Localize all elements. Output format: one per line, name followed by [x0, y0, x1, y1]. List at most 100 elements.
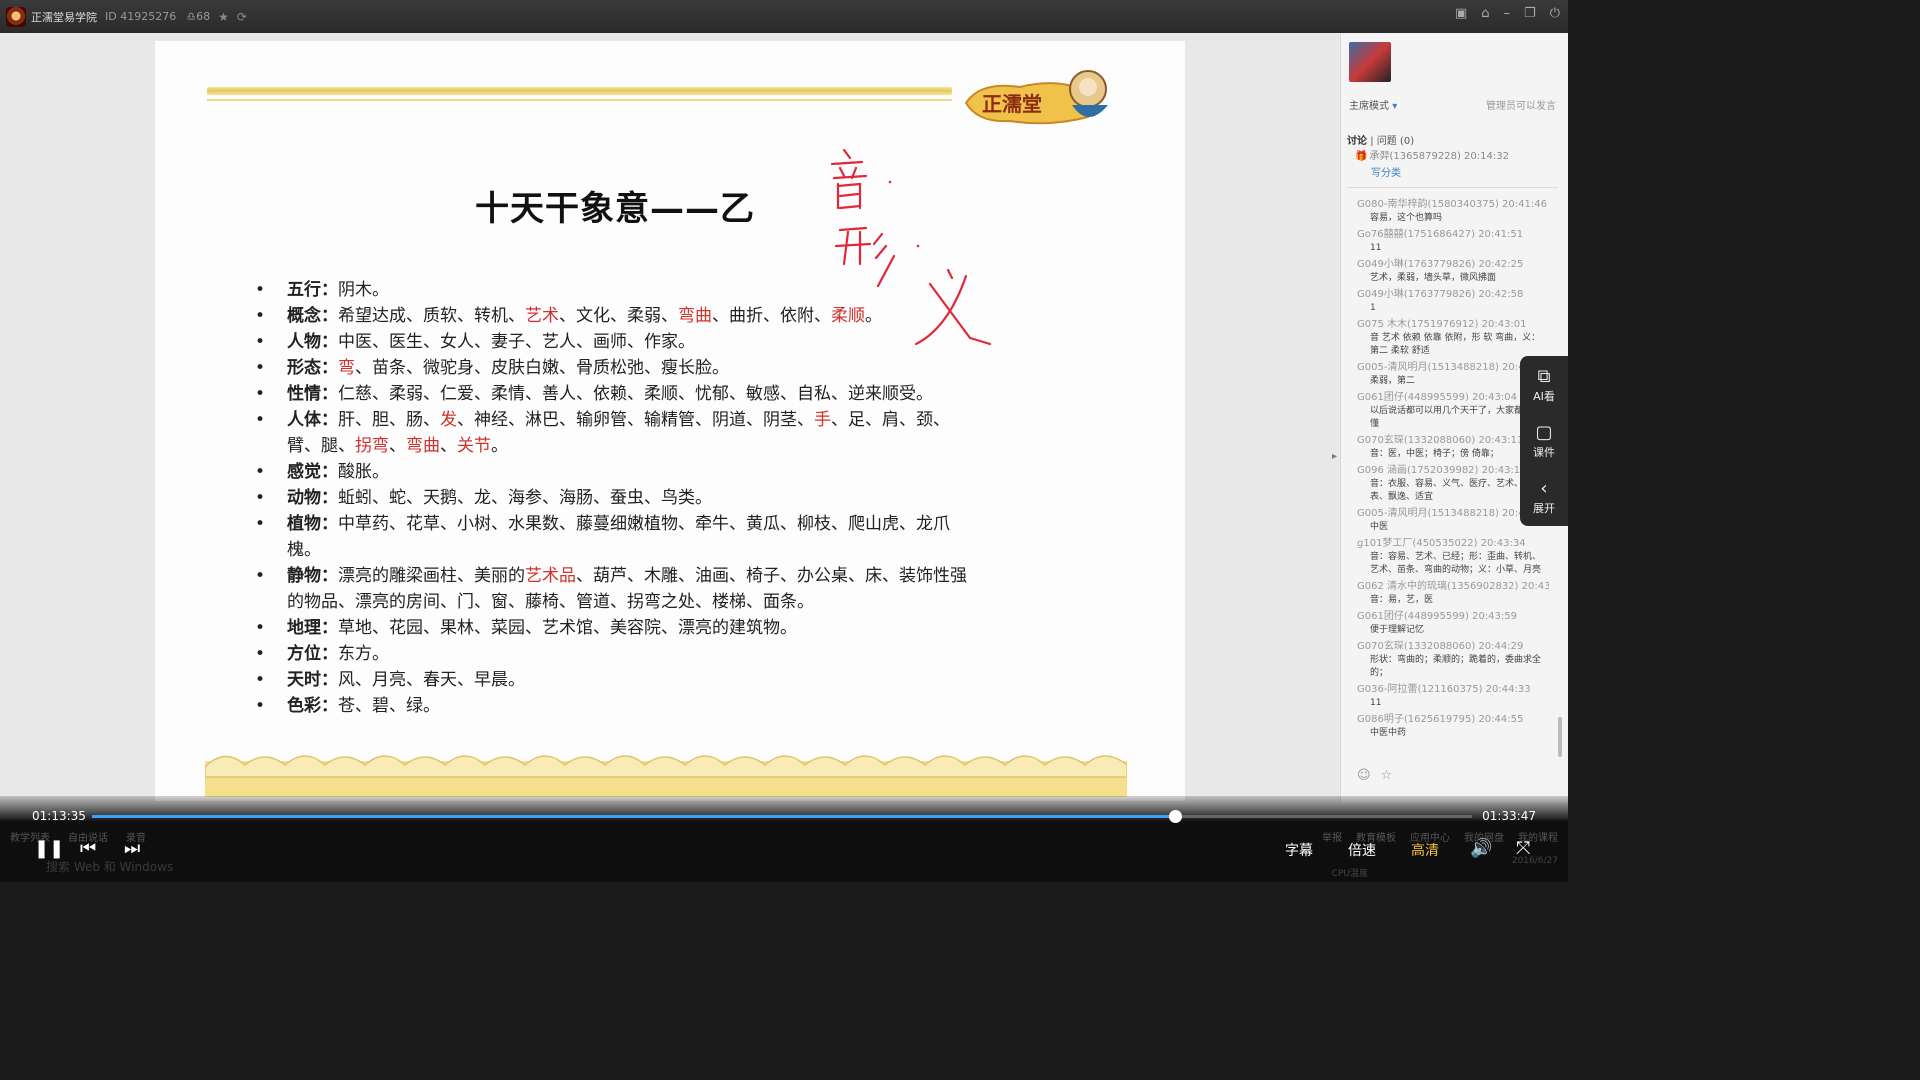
bullet-text: 希望达成、质软、转机、 [338, 306, 525, 326]
bullet-text: 阴木。 [338, 280, 389, 300]
power-icon[interactable]: ⏻ [1550, 6, 1560, 21]
layout-icon[interactable]: ▣ [1455, 6, 1467, 21]
room-id: ID 41925276 [105, 10, 177, 23]
favorite-star-icon[interactable]: ★ [218, 10, 229, 24]
minimize-icon[interactable]: – [1504, 6, 1511, 21]
refresh-icon[interactable]: ⟳ [237, 10, 247, 24]
mode-label: 主席模式 [1349, 101, 1389, 112]
highlighted-text: 拐弯 [355, 436, 389, 456]
bullet-text: 肝、胆、肠、 [338, 410, 440, 430]
courseware-icon: ▢ [1535, 422, 1553, 443]
slide-bullet: 植物：中草药、花草、小树、水果数、藤蔓细嫩植物、牵牛、黄瓜、柳枝、爬山虎、龙爪槐… [255, 511, 975, 563]
highlighted-text: 关节 [457, 436, 491, 456]
chat-message: g101梦工厂(450535022) 20:43:34 音：容易、艺术、已经；形：… [1357, 536, 1549, 577]
chat-sender: g101梦工厂(450535022) 20:43:34 [1357, 538, 1526, 549]
bullet-text: 东方。 [338, 644, 389, 664]
chat-text: 音：容易、艺术、已经；形：歪曲、转机、艺术、苗条、弯曲的动物；义：小草、月亮 [1370, 552, 1542, 575]
slide-bullet: 动物：蚯蚓、蛇、天鹅、龙、海参、海肠、蚕虫、鸟类。 [255, 485, 975, 511]
slide-bullet: 地理：草地、花园、果林、菜园、艺术馆、美容院、漂亮的建筑物。 [255, 615, 975, 641]
chat-message: G070玄琛(1332088060) 20:44:29 形状：弯曲的；柔顺的；跪着… [1357, 639, 1549, 680]
bullet-term: 概念 [287, 306, 321, 326]
brand-seal-logo: 正濡堂 [964, 70, 1108, 125]
taskbar-date: 2016/6/27 [1511, 856, 1558, 866]
ai-view-button[interactable]: ⧉ AI看 [1520, 356, 1568, 412]
chat-text: 中医中药 [1370, 728, 1407, 738]
expand-label: 展开 [1533, 502, 1555, 515]
tab-discuss[interactable]: 讨论 [1347, 136, 1367, 147]
chat-sender: G049小琳(1763779826) 20:42:58 [1357, 289, 1524, 300]
chat-scrollbar[interactable] [1558, 717, 1562, 757]
tab-questions[interactable]: 问题 (0) [1377, 136, 1414, 147]
pin-icon[interactable]: ⌂ [1481, 6, 1489, 21]
highlighted-text: 弯 [338, 358, 355, 378]
chat-sender: Go76囍囍(1751686427) 20:41:51 [1357, 229, 1524, 240]
bullet-term: 五行 [287, 280, 321, 300]
favorite-icon[interactable]: ☆ [1381, 768, 1393, 783]
slide-bullet: 色彩：苍、碧、绿。 [255, 693, 975, 719]
restore-icon[interactable]: ❐ [1524, 6, 1536, 21]
chat-sender: G061团仔(448995599) 20:43:59 [1357, 611, 1517, 622]
viewer-count: ♎68 [186, 10, 211, 23]
bullet-term: 感觉 [287, 462, 321, 482]
highlighted-text: 手 [814, 410, 831, 430]
bullet-term: 动物 [287, 488, 321, 508]
bullet-text: 蚯蚓、蛇、天鹅、龙、海参、海肠、蚕虫、鸟类。 [338, 488, 712, 508]
slide-bullet: 人体：肝、胆、肠、发、神经、淋巴、输卵管、输精管、阴道、阴茎、手、足、肩、颈、臂… [255, 407, 975, 459]
toolbar-item[interactable]: 举报 [1322, 829, 1342, 844]
chat-text: 便于理解记忆 [1370, 625, 1425, 635]
expand-button[interactable]: ‹ 展开 [1520, 468, 1568, 524]
bullet-text: 漂亮的雕梁画柱、美丽的 [338, 566, 525, 586]
panel-tabs: 讨论 | 问题 (0) [1347, 136, 1415, 147]
host-avatar[interactable] [1349, 42, 1391, 82]
bullet-text: 、 [389, 436, 406, 456]
progress-bar[interactable] [92, 810, 1472, 823]
app-logo [6, 6, 26, 27]
chat-sender: G049小琳(1763779826) 20:42:25 [1357, 259, 1524, 270]
courseware-button[interactable]: ▢ 课件 [1520, 412, 1568, 468]
bullet-text: 、文化、柔弱、 [559, 306, 678, 326]
bullet-text: 草地、花园、果林、菜园、艺术馆、美容院、漂亮的建筑物。 [338, 618, 797, 638]
progress-thumb[interactable] [1169, 810, 1183, 823]
cpu-temp-label: CPU温度 [1331, 869, 1368, 879]
video-area[interactable]: 正濡堂 十天干象意——乙 五行：阴木。概念：希望达成、质软、转机、艺术、文化、柔… [0, 33, 1340, 803]
chat-input-tools: ☺ ☆ [1357, 768, 1392, 783]
highlighted-text: 发 [440, 410, 457, 430]
chat-message: G062 清水中的琉璃(1356902832) 20:43:47 音：易，艺，医 [1357, 579, 1549, 607]
chat-sender: G075 木木(1751976912) 20:43:01 [1357, 319, 1527, 330]
bullet-text: 。 [491, 436, 508, 456]
slide-header-rule [207, 87, 952, 95]
admin-note: 管理员可以发言 [1486, 101, 1556, 112]
chat-text: 容易，这个也算吗 [1370, 213, 1443, 223]
highlighted-text: 弯曲 [406, 436, 440, 456]
chat-text: 艺术，柔弱，墙头草，微风拂面 [1370, 273, 1497, 283]
highlighted-text: 弯曲 [678, 306, 712, 326]
chat-text: 形状：弯曲的；柔顺的；跪着的，委曲求全的； [1370, 655, 1542, 678]
write-category-link[interactable]: 写分类 [1371, 164, 1509, 179]
chat-text: 11 [1370, 243, 1382, 253]
bullet-term: 植物 [287, 514, 321, 534]
slide-bullet: 方位：东方。 [255, 641, 975, 667]
taskbar-ghost: 搜索 Web 和 Windows CPU温度 2016/6/27 [0, 852, 1568, 882]
taskbar-search: 搜索 Web 和 Windows [46, 860, 174, 874]
gift-icon: 🎁 [1355, 151, 1368, 162]
ai-view-label: AI看 [1533, 390, 1555, 403]
slide-bullet: 静物：漂亮的雕梁画柱、美丽的艺术品、葫芦、木雕、油画、椅子、办公桌、床、装饰性强… [255, 563, 975, 615]
panel-divider [1347, 187, 1558, 188]
chat-message: G086明子(1625619795) 20:44:55 中医中药 [1357, 712, 1549, 740]
app-name: 正濡堂易学院 [31, 10, 97, 24]
chat-sender: G080-南华梓韵(1580340375) 20:41:46 [1357, 199, 1547, 210]
viewer-count-value: 68 [196, 10, 211, 23]
slide-bullet: 性情：仁慈、柔弱、仁爱、柔情、善人、依赖、柔顺、忧郁、敏感、自私、逆来顺受。 [255, 381, 975, 407]
emoji-icon[interactable]: ☺ [1357, 768, 1371, 783]
bullet-term: 地理 [287, 618, 321, 638]
bullet-term: 性情 [287, 384, 321, 404]
chat-message: G036-阿拉蕾(121160375) 20:44:33 11 [1357, 682, 1549, 710]
chat-sender: G070玄琛(1332088060) 20:44:29 [1357, 641, 1524, 652]
chat-text: 音：易，艺，医 [1370, 595, 1434, 605]
slide-bullet: 形态：弯、苗条、微驼身、皮肤白嫩、骨质松弛、瘦长脸。 [255, 355, 975, 381]
slide-header-rule-thin [207, 99, 952, 101]
mode-dropdown[interactable]: 主席模式 ▾ [1349, 97, 1397, 112]
panel-collapse-arrow-icon[interactable]: ▸ [1332, 451, 1337, 462]
chat-sender: G062 清水中的琉璃(1356902832) 20:43:47 [1357, 581, 1549, 592]
total-time: 01:33:47 [1482, 809, 1536, 823]
